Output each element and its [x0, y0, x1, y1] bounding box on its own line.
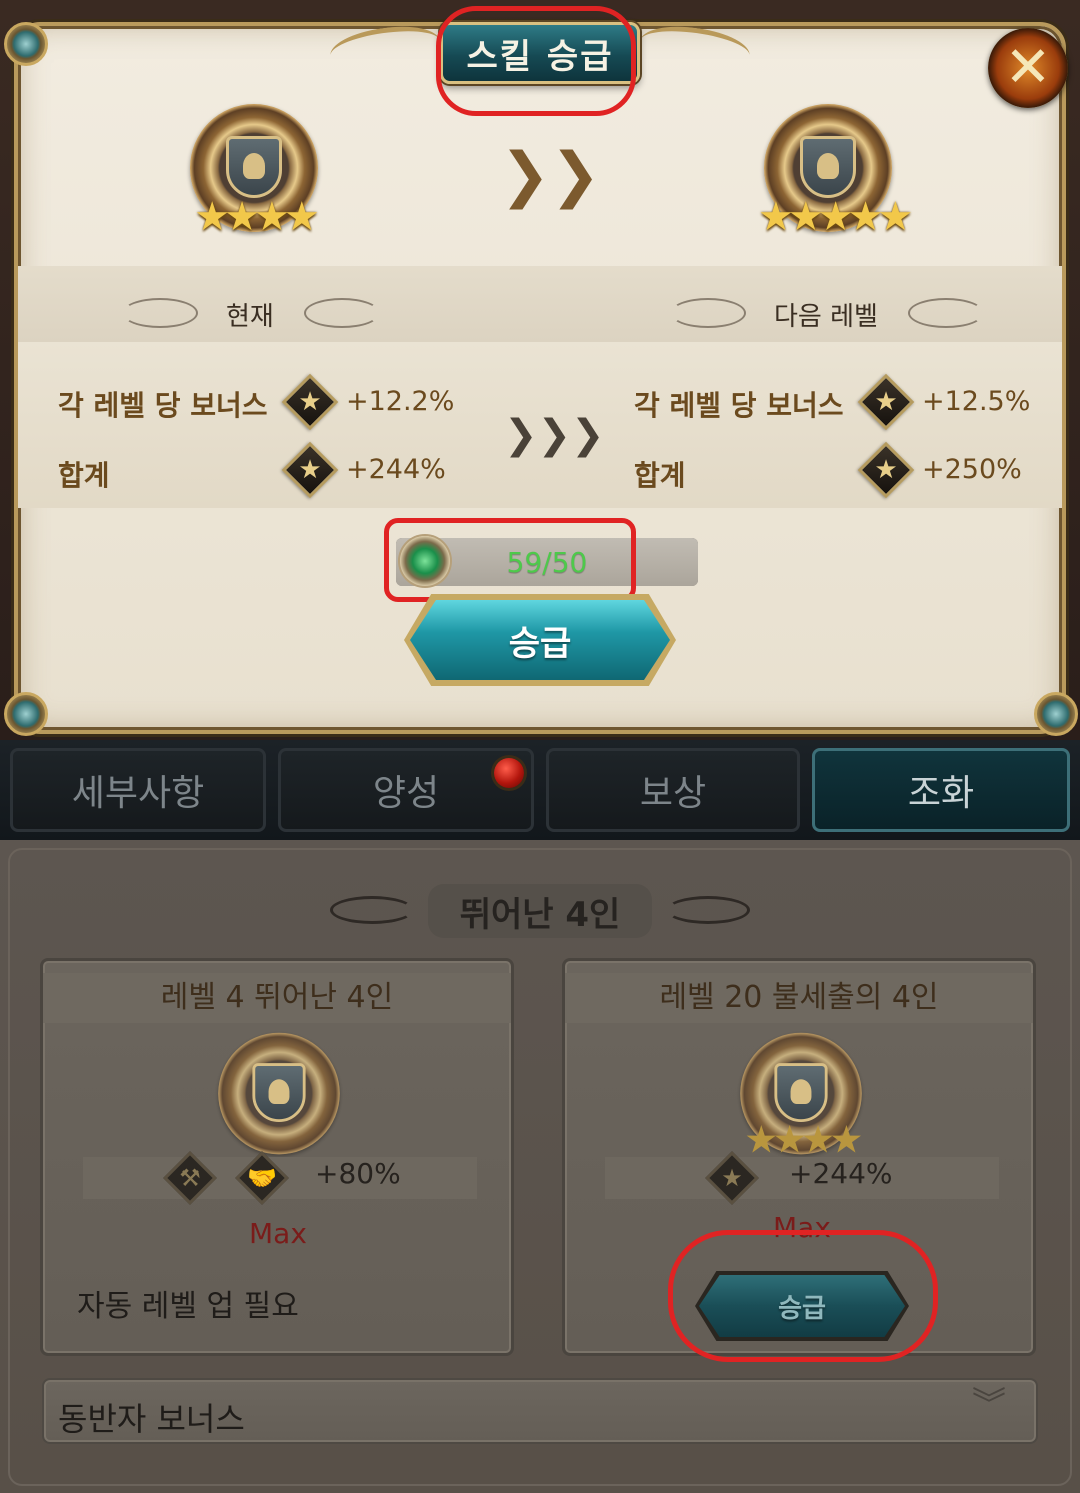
tab-details[interactable]: 세부사항: [10, 748, 266, 832]
card-stars: ★★★★: [744, 1118, 863, 1162]
max-label: Max: [249, 1217, 307, 1250]
card-value: +244%: [789, 1157, 893, 1190]
current-header: 현재: [226, 302, 274, 332]
skill-medal: [213, 1032, 346, 1176]
tab-label: 세부사항: [71, 773, 205, 814]
flourish-icon: [330, 896, 414, 924]
upgrade-button-label: 승급: [508, 623, 572, 664]
card-title: 레벨 20 불세출의 4인: [565, 973, 1033, 1023]
current-bonus-label: 각 레벨 당 보너스: [58, 389, 268, 422]
current-stars: ★★★★: [194, 194, 319, 240]
companion-bonus-label: 동반자 보너스: [58, 1400, 245, 1438]
current-total-label: 합계: [58, 459, 110, 492]
tab-label: 조화: [907, 773, 975, 814]
tab-training[interactable]: 양성: [278, 748, 534, 832]
flourish-icon: [666, 896, 750, 924]
chevron-down-icon[interactable]: ︾: [972, 1388, 1006, 1422]
corner-ornament-icon: [4, 22, 48, 66]
corner-ornament-icon: [4, 692, 48, 736]
shield-icon: [226, 136, 282, 198]
flourish-icon: [908, 298, 984, 328]
corner-ornament-icon: [1034, 692, 1078, 736]
current-total-value: +244%: [346, 454, 446, 485]
companion-bonus-bar[interactable]: 동반자 보너스 ︾: [42, 1378, 1038, 1444]
card-title: 레벨 4 뛰어난 4인: [43, 973, 511, 1023]
card-upgrade-button[interactable]: 승급: [695, 1271, 909, 1341]
current-bonus-value: +12.2%: [346, 386, 455, 417]
stats-arrow-icon: ❯❯❯: [504, 412, 605, 458]
shield-icon: [774, 1063, 828, 1123]
skill-medal: ★★★★: [735, 1032, 868, 1176]
tab-rewards[interactable]: 보상: [546, 748, 800, 832]
next-skill-medal: ★★★★★: [758, 104, 913, 254]
upgrade-button[interactable]: 승급: [404, 594, 676, 686]
next-stars: ★★★★★: [758, 194, 913, 240]
harmony-card-level-4: 레벨 4 뛰어난 4인 ⚒ 🤝 +80% Max 자동 레벨 업 필요: [40, 958, 514, 1356]
shield-icon: [252, 1063, 306, 1123]
close-button[interactable]: ✕: [988, 28, 1068, 108]
shield-icon: [800, 136, 856, 198]
harmony-card-level-20: 레벨 20 불세출의 4인 ★★★★ ★ +244% Max 승급: [562, 958, 1036, 1356]
dialog-title: 스킬 승급: [440, 22, 640, 84]
close-icon: ✕: [1004, 35, 1052, 100]
next-bonus-value: +12.5%: [922, 386, 1031, 417]
tab-label: 보상: [639, 773, 707, 814]
card-upgrade-button-label: 승급: [778, 1293, 826, 1324]
next-bonus-label: 각 레벨 당 보너스: [634, 389, 844, 422]
level-arrow-icon: ❯❯: [500, 140, 601, 210]
flourish-icon: [670, 298, 746, 328]
card-value: +80%: [315, 1157, 401, 1190]
section-title: 뛰어난 4인: [428, 884, 652, 938]
tab-label: 양성: [372, 773, 440, 814]
flourish-icon: [304, 298, 380, 328]
flourish-icon: [122, 298, 198, 328]
next-header: 다음 레벨: [774, 302, 878, 332]
max-label: Max: [773, 1211, 831, 1244]
tab-harmony[interactable]: 조화: [812, 748, 1070, 832]
emerald-medal-icon: [400, 536, 450, 586]
auto-level-note: 자동 레벨 업 필요: [77, 1289, 299, 1324]
current-skill-medal: ★★★★: [184, 104, 324, 254]
next-total-value: +250%: [922, 454, 1022, 485]
notification-dot-icon: [494, 758, 524, 788]
next-total-label: 합계: [634, 459, 686, 492]
